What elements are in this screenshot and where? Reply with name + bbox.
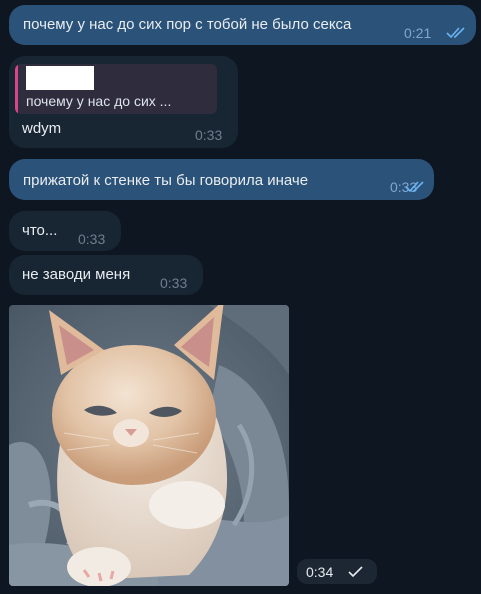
message-bubble-incoming[interactable]: не заводи меня 0:33 (9, 255, 203, 295)
message-text: почему у нас до сих пор с тобой не было … (23, 16, 352, 33)
reply-quote[interactable]: почему у нас до сих ... (15, 64, 217, 114)
message-bubble-outgoing[interactable]: прижатой к стенке ты бы говорила иначе 0… (9, 159, 434, 200)
reply-accent-bar (15, 64, 18, 114)
message-text: прижатой к стенке ты бы говорила иначе (23, 172, 309, 189)
message-bubble-incoming[interactable]: что... 0:33 (9, 211, 121, 251)
kitten-image (9, 305, 289, 586)
message-time: 0:33 (78, 231, 106, 247)
double-check-icon (405, 181, 424, 193)
message-bubble-outgoing[interactable]: почему у нас до сих пор с тобой не было … (9, 5, 476, 45)
message-time: 0:33 (160, 275, 188, 291)
message-time: 0:33 (195, 127, 223, 143)
message-text: wdym (22, 120, 62, 137)
reply-quote-text: почему у нас до сих ... (26, 93, 172, 109)
reply-author-redacted (26, 66, 94, 90)
message-bubble-incoming[interactable]: почему у нас до сих ... wdym 0:33 (9, 56, 238, 148)
message-text: не заводи меня (22, 266, 131, 283)
message-text: что... (22, 222, 58, 239)
chat-area: почему у нас до сих пор с тобой не было … (0, 0, 481, 594)
message-time: 0:34 (306, 564, 334, 580)
check-icon (348, 566, 363, 578)
kitten-video[interactable] (9, 305, 289, 586)
media-time-badge: 0:34 (297, 559, 377, 584)
double-check-icon (446, 27, 465, 39)
message-time: 0:21 (404, 25, 432, 41)
